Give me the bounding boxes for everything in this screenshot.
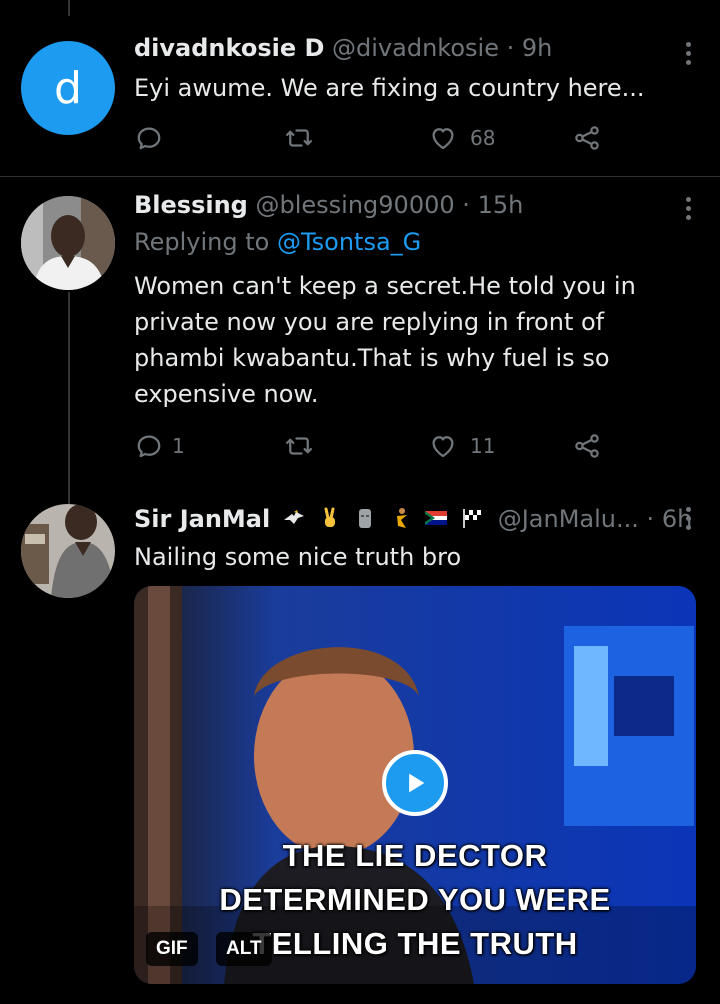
- action-bar: 68: [134, 120, 614, 156]
- timestamp[interactable]: 15h: [478, 191, 524, 219]
- share-button[interactable]: [572, 120, 602, 156]
- tweet-text: Eyi awume. We are fixing a country here.…: [134, 74, 645, 102]
- avatar[interactable]: [21, 196, 115, 290]
- like-button[interactable]: 11: [428, 428, 495, 464]
- tweet-text-line: private now you are replying in front of: [134, 308, 605, 336]
- reply-button[interactable]: [134, 120, 164, 156]
- gif-caption-line: DETERMINED YOU WERE: [219, 882, 611, 917]
- tweet-text: Nailing some nice truth bro: [134, 543, 462, 571]
- tweet-header: Blessing @blessing90000 · 15h: [134, 191, 523, 219]
- reply-icon: [137, 435, 161, 458]
- tweet-text-line: phambi kwabantu.That is why fuel is so: [134, 344, 610, 372]
- reply-button[interactable]: 1: [134, 428, 185, 464]
- share-icon: [575, 126, 599, 150]
- eagle-emoji-icon: [283, 510, 304, 524]
- dot-separator: ·: [646, 505, 655, 533]
- retweet-button[interactable]: [284, 428, 314, 464]
- retweet-button[interactable]: [284, 120, 314, 156]
- more-options-icon[interactable]: [686, 507, 692, 534]
- replying-to-handle[interactable]: @Tsontsa_G: [277, 228, 421, 256]
- tweet-text: Women can't keep a secret.He told you in…: [134, 268, 694, 412]
- avatar-letter: d: [54, 62, 82, 114]
- replying-to-label: Replying to: [134, 228, 270, 256]
- more-options-icon[interactable]: [686, 42, 692, 69]
- handle[interactable]: @divadnkosie: [332, 34, 499, 62]
- play-button[interactable]: [382, 750, 448, 816]
- action-bar: 1 11: [134, 428, 614, 464]
- handle[interactable]: @blessing90000: [256, 191, 455, 219]
- separator: [0, 176, 720, 177]
- play-icon: [409, 773, 425, 793]
- dot-separator: ·: [462, 191, 470, 219]
- heart-icon: [432, 436, 454, 458]
- avatar[interactable]: d: [21, 41, 115, 135]
- avatar-photo: [21, 504, 115, 598]
- retweet-icon: [286, 129, 312, 147]
- reply-icon: [137, 127, 161, 150]
- replying-to: Replying to @Tsontsa_G: [134, 228, 421, 256]
- timestamp[interactable]: 9h: [522, 34, 552, 62]
- like-button[interactable]: 68: [428, 120, 495, 156]
- display-name[interactable]: divadnkosie D: [134, 34, 324, 62]
- tweet-text-line: Women can't keep a secret.He told you in: [134, 272, 636, 300]
- like-count: 68: [470, 126, 496, 150]
- avatar-photo: [21, 196, 115, 290]
- heart-icon: [432, 128, 454, 150]
- handle[interactable]: @JanMalu...: [498, 505, 639, 533]
- alt-badge[interactable]: ALT: [216, 932, 272, 966]
- display-name[interactable]: Blessing: [134, 191, 248, 219]
- gif-caption-line: THE LIE DECTOR: [282, 838, 548, 873]
- avatar[interactable]: [21, 504, 115, 598]
- victory-hand-emoji-icon: [324, 507, 335, 527]
- tweet-header: Sir JanMal @JanMalu... · 6h: [134, 505, 692, 533]
- display-name[interactable]: Sir JanMal: [134, 505, 270, 533]
- dot-separator: ·: [506, 34, 515, 62]
- share-icon: [575, 434, 599, 458]
- tweet-text-line: expensive now.: [134, 380, 319, 408]
- tweet-header: divadnkosie D @divadnkosie · 9h: [134, 34, 552, 62]
- share-button[interactable]: [572, 428, 602, 464]
- dancer-emoji-icon: [396, 508, 407, 528]
- thread-line-top: [68, 0, 70, 16]
- more-options-icon[interactable]: [686, 197, 692, 224]
- like-count: 11: [470, 434, 496, 458]
- gif-badge: GIF: [146, 932, 198, 966]
- checkered-flag-icon: [463, 509, 482, 528]
- south-africa-flag-icon: [425, 511, 448, 525]
- thread-line-middle: [68, 292, 70, 504]
- retweet-icon: [286, 437, 312, 455]
- reply-count: 1: [172, 434, 185, 458]
- moai-emoji-icon: [359, 509, 372, 528]
- gif-media[interactable]: THE LIE DECTOR DETERMINED YOU WERE TELLI…: [134, 586, 696, 984]
